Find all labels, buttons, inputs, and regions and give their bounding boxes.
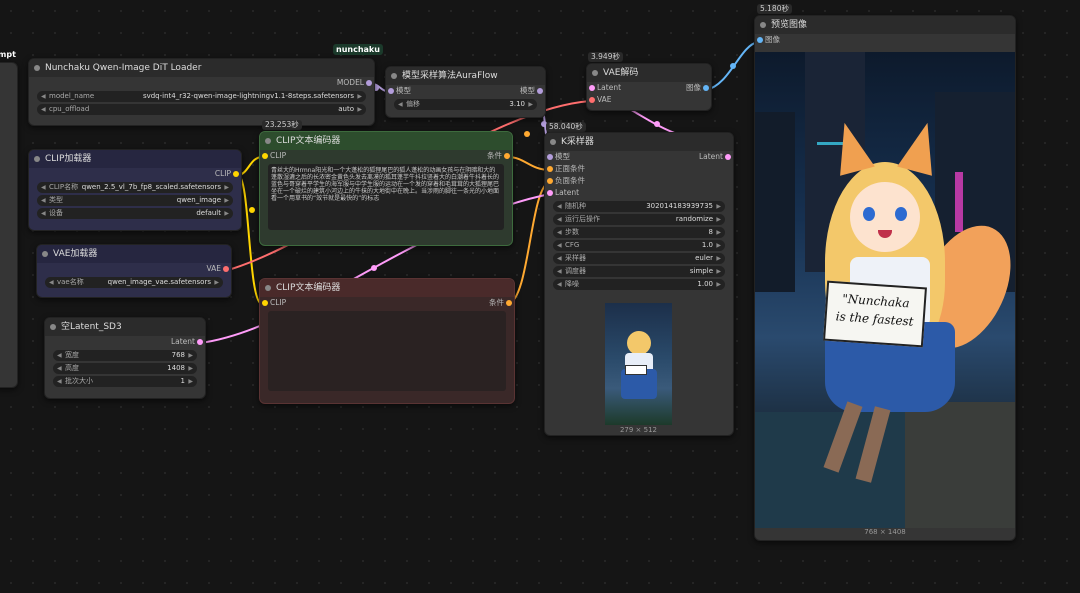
left-stub-node[interactable]: mpt [0, 50, 18, 388]
preview-image-input-socket[interactable] [757, 37, 763, 43]
vae-decode-title: VAE解码 [603, 68, 639, 78]
clip-loader-node[interactable]: CLIP加载器 CLIP ◀ CLIP名称 qwen_2.5_vl_7b_fp8_s… [28, 149, 242, 231]
clip-output-label: CLIP [214, 169, 231, 178]
vae-decode-latent-socket[interactable] [589, 85, 595, 91]
generated-image: "Nunchaka is the fastest [755, 52, 1015, 528]
clip-neg-output-label: 条件 [489, 298, 504, 307]
vae-decode-time: 3.949秒 [588, 52, 623, 62]
dit-loader-title: Nunchaku Qwen-Image DiT Loader [45, 63, 202, 73]
preview-title: 预览图像 [771, 20, 808, 30]
ksampler-positive-socket[interactable] [547, 166, 553, 172]
clip-pos-output-label: 条件 [487, 151, 502, 160]
ksampler-node[interactable]: K采样器 模型 Latent 正面条件 负面条件 Latent ◀ 随机种 30201… [544, 132, 734, 436]
denoise-widget[interactable]: ◀ 降噪 1.00 ▶ [553, 279, 725, 290]
clip-output-socket[interactable] [233, 171, 239, 177]
ksampler-model-socket[interactable] [547, 154, 553, 160]
preview-time: 5.180秒 [757, 4, 792, 14]
clip-pos-time: 23.253秒 [262, 120, 302, 130]
cpu-offload-widget[interactable]: ◀ cpu_offload auto ▶ [37, 104, 366, 115]
ksampler-time: 58.040秒 [546, 122, 586, 132]
sampling-input-socket[interactable] [388, 88, 394, 94]
nunchaku-badge: nunchaku [333, 44, 383, 55]
clip-text-encode-negative-node[interactable]: CLIP文本编码器 CLIP 条件 [259, 278, 515, 404]
vae-loader-title: VAE加载器 [53, 249, 98, 259]
ksampler-preview-image [605, 303, 672, 425]
dit-loader-node[interactable]: Nunchaku Qwen-Image DiT Loader MODEL ◀ mo… [28, 58, 375, 126]
clip-neg-input-socket[interactable] [262, 300, 268, 306]
batch-size-widget[interactable]: ◀ 批次大小 1 ▶ [53, 376, 197, 387]
vae-output-label: VAE [206, 264, 221, 273]
latent-title: 空Latent_SD3 [61, 322, 122, 332]
ksampler-negative-socket[interactable] [547, 178, 553, 184]
clip-neg-title: CLIP文本编码器 [276, 283, 341, 293]
clip-pos-input-socket[interactable] [262, 153, 268, 159]
preview-image-node[interactable]: 预览图像 图像 "Nunchaka is the fastest 768 × 1… [754, 15, 1016, 541]
control-after-generate-widget[interactable]: ◀ 运行后操作 randomize ▶ [553, 214, 725, 225]
negative-prompt-textarea[interactable] [268, 311, 506, 391]
ksampler-title: K采样器 [561, 137, 594, 147]
ksampler-latent-socket[interactable] [547, 190, 553, 196]
model-sampling-auraflow-node[interactable]: 模型采样算法AuraFlow 模型 模型 ◀ 偏移 3.10 ▶ [385, 66, 546, 118]
preview-image-size: 768 × 1408 [864, 528, 906, 536]
clip-neg-output-socket[interactable] [506, 300, 512, 306]
cfg-widget[interactable]: ◀ CFG 1.0 ▶ [553, 240, 725, 251]
clip-pos-title: CLIP文本编码器 [276, 136, 341, 146]
shift-widget[interactable]: ◀ 偏移 3.10 ▶ [394, 99, 537, 110]
generated-image-sign: "Nunchaka is the fastest [823, 280, 927, 348]
vae-name-widget[interactable]: ◀ vae名称 qwen_image_vae.safetensors ▶ [45, 277, 223, 288]
clip-text-encode-positive-node[interactable]: CLIP文本编码器 CLIP 条件 青丝大的Hrmna阳光和一个大蓬松的狐狸尾巴的… [259, 131, 513, 246]
vae-output-socket[interactable] [223, 266, 229, 272]
left-stub-title: mpt [0, 50, 16, 59]
scheduler-widget[interactable]: ◀ 调度器 simple ▶ [553, 266, 725, 277]
dit-loader-output-label: MODEL [336, 78, 364, 87]
latent-output-socket[interactable] [197, 339, 203, 345]
model-name-widget[interactable]: ◀ model_name svdq-int4_r32-qwen-image-ligh… [37, 91, 366, 102]
empty-latent-node[interactable]: 空Latent_SD3 Latent ◀ 宽度 768 ▶ ◀ 高度 1408 ▶ ◀ 批次大… [44, 317, 206, 399]
sampling-title: 模型采样算法AuraFlow [402, 71, 498, 81]
vae-loader-node[interactable]: VAE加载器 VAE ◀ vae名称 qwen_image_vae.safetens… [36, 244, 232, 298]
clip-pos-output-socket[interactable] [504, 153, 510, 159]
width-widget[interactable]: ◀ 宽度 768 ▶ [53, 350, 197, 361]
latent-output-label: Latent [170, 337, 195, 346]
clip-type-widget[interactable]: ◀ 类型 qwen_image ▶ [37, 195, 233, 206]
height-widget[interactable]: ◀ 高度 1408 ▶ [53, 363, 197, 374]
steps-widget[interactable]: ◀ 步数 8 ▶ [553, 227, 725, 238]
clip-name-widget[interactable]: ◀ CLIP名称 qwen_2.5_vl_7b_fp8_scaled.safeten… [37, 182, 233, 193]
positive-prompt-textarea[interactable]: 青丝大的Hrmna阳光和一个大蓬松的狐狸尾巴的狐人蓬松的动画女孩与在阴暗和大的蓬… [268, 164, 504, 230]
seed-widget[interactable]: ◀ 随机种 302014183939735 ▶ [553, 201, 725, 212]
ksampler-preview-size: 279 × 512 [619, 426, 658, 434]
vae-decode-image-socket[interactable] [703, 85, 709, 91]
vae-decode-vae-socket[interactable] [589, 97, 595, 103]
ksampler-latent-output-socket[interactable] [725, 154, 731, 160]
clip-loader-title: CLIP加载器 [45, 154, 92, 164]
sampler-widget[interactable]: ◀ 采样器 euler ▶ [553, 253, 725, 264]
model-output-socket[interactable] [366, 80, 372, 86]
clip-device-widget[interactable]: ◀ 设备 default ▶ [37, 208, 233, 219]
sampling-output-socket[interactable] [537, 88, 543, 94]
vae-decode-node[interactable]: VAE解码 Latent 图像 VAE [586, 63, 712, 111]
